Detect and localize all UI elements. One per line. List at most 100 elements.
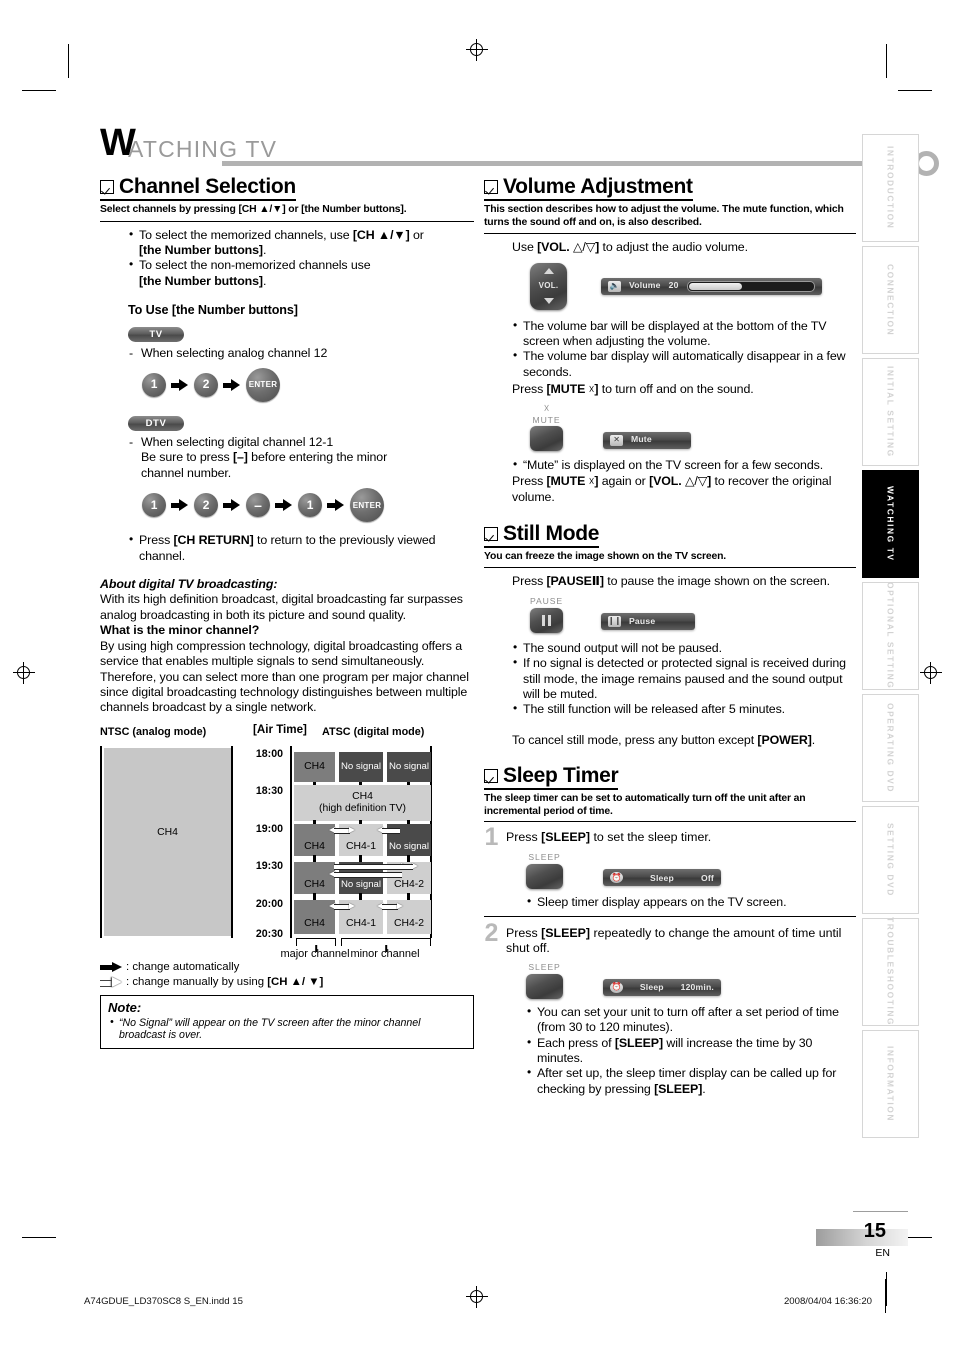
remote-sleep-button[interactable] [526,864,563,890]
section-title: Sleep Timer [503,764,619,788]
sleep-step-2-bullets: You can set your unit to turn off after … [526,1004,856,1097]
osd-sleep-label: Sleep [639,982,664,993]
atsc-axis-left [290,745,293,938]
step-text: Press [SLEEP] to set the sleep timer. [506,830,712,845]
key-button-1-minor[interactable]: 1 [298,493,322,518]
tick-label: 18:30 [255,784,283,797]
osd-volume-label: Volume [629,280,661,291]
legend-row-manual: : change manually by using [CH ▲/ ▼] [100,975,474,990]
checkbox-icon [484,769,498,784]
sleep-step-2: 2 Press [SLEEP] repeatedly to change the… [484,920,856,957]
key-button-enter[interactable]: ENTER [350,488,384,523]
section-still-mode: Still Mode You can freeze the image show… [484,521,856,748]
list-item: After set up, the sleep timer display ca… [526,1065,856,1097]
footer-filename: A74GDUE_LD370SC8 S_EN.indd 15 [84,1296,243,1307]
remote-sleep-label: SLEEP [528,961,561,972]
divider [100,220,474,222]
tab-label: CONNECTION [885,263,896,337]
sleep-step-1-controls: SLEEP ⏰ Sleep Off [526,852,856,890]
minor-channel-brace [341,937,431,952]
tab-initial-setting[interactable]: INITIAL SETTING [862,358,919,466]
key-button-1[interactable]: 1 [142,493,166,518]
manual-change-arrow-icon [329,870,407,878]
chapter-rule [222,161,914,166]
tab-introduction[interactable]: INTRODUCTION [862,134,919,242]
diagram-legend: : change automatically : change manually… [100,960,474,990]
list-item: Each press of [SLEEP] will increase the … [526,1035,856,1067]
remote-pause-button[interactable] [530,607,563,633]
remote-mute-button[interactable] [530,425,563,451]
footer-rule [884,1279,886,1313]
open-arrow-icon [100,977,122,988]
remote-sleep-button[interactable] [526,973,563,999]
sleep-timer-heading: Sleep Timer [484,764,619,791]
list-item: “Mute” is displayed on the TV screen for… [512,457,856,473]
tab-optional-setting[interactable]: OPTIONAL SETTING [862,582,919,690]
tab-label: TROUBLESHOOTING [885,917,896,1027]
key-button-2[interactable]: 2 [194,373,218,398]
tab-connection[interactable]: CONNECTION [862,246,919,354]
chevron-down-icon [543,297,554,304]
list-item: The sound output will not be paused. [512,640,856,656]
checkbox-icon [100,180,114,194]
tab-information[interactable]: INFORMATION [862,1030,919,1138]
ch-return-bullets: Press [CH RETURN] to return to the previ… [128,532,474,564]
tab-setting-dvd[interactable]: SETTING DVD [862,806,919,914]
diagram-header-ntsc: NTSC (analog mode) [100,725,207,738]
sleep-step-1-bullets: Sleep timer display appears on the TV sc… [526,894,856,910]
key-button-1[interactable]: 1 [142,373,166,398]
page-number-bar: 15 [816,1220,908,1246]
chevron-up-icon [543,268,554,275]
key-button-2[interactable]: 2 [194,493,218,518]
still-controls-row: PAUSE ❙❙ Pause [530,596,856,633]
crop-mark-tr-h [898,90,932,92]
arrow-right-icon [223,379,241,392]
volume-bullets: The volume bar will be displayed at the … [512,318,856,381]
crop-mark-tl-h [22,90,56,92]
clock-icon: ⏰ [610,872,623,884]
osd-volume-value: 20 [668,280,679,291]
remote-pause-group: PAUSE [530,596,563,633]
tab-label: INITIAL SETTING [885,366,896,458]
key-button-enter[interactable]: ENTER [246,368,280,403]
remote-volume-label: VOL. [538,281,559,291]
ntsc-block [104,747,231,936]
osd-sleep-badge-1: ⏰ Sleep Off [603,869,721,887]
diagram-header-airtime: [Air Time] [253,722,307,736]
tab-label: INFORMATION [885,1045,896,1123]
tab-label: WATCHING TV [885,486,896,562]
checkbox-icon [484,526,498,541]
volume-description: This section describes how to adjust the… [484,204,844,228]
page-number-block: 15 EN [816,1211,908,1259]
section-title: Still Mode [503,521,600,545]
tab-operating-dvd[interactable]: OPERATING DVD [862,694,919,802]
tab-label: OPTIONAL SETTING [885,582,896,690]
minor-channel-label: minor channel [350,947,420,960]
channel-airtime-diagram: NTSC (analog mode) [Air Time] ATSC (digi… [100,722,474,960]
remote-volume-rocker[interactable]: VOL. [530,262,567,310]
volume-body: Use [VOL. △/▽] to adjust the audio volum… [512,240,856,506]
ntsc-axis-left [100,745,103,938]
section-volume-adjustment: Volume Adjustment This section describes… [484,176,856,506]
key-button-minus[interactable]: – [246,493,270,518]
osd-sleep-value: Off [700,872,714,883]
volume-instruction: Use [VOL. △/▽] to adjust the audio volum… [512,240,748,255]
page-number-rule [853,1211,908,1213]
about-digital-broadcasting: About digital TV broadcasting: With its … [100,577,474,716]
remote-sleep-group-2: SLEEP [526,962,563,999]
divider [484,821,856,823]
diagram-cell: No signal [339,751,383,782]
remote-mute-group: ☓ MUTE [530,403,563,451]
note-title: Note: [108,999,142,1015]
page-language: EN [875,1247,890,1259]
legend-label-manual: : change manually by using [CH ▲/ ▼] [126,975,324,988]
list-item: Press [CH RETURN] to return to the previ… [128,532,474,564]
still-mode-heading: Still Mode [484,521,600,548]
tab-watching-tv[interactable]: WATCHING TV [862,470,919,578]
diagram-cell: CH4 [294,751,335,782]
tab-troubleshooting[interactable]: TROUBLESHOOTING [862,917,919,1027]
channel-selection-heading: Channel Selection [100,176,296,201]
osd-mute-badge: ✕ Mute [603,431,691,449]
about-heading-2: What is the minor channel? [100,623,260,638]
sleep-timer-description: The sleep timer can be set to automatica… [484,793,806,817]
